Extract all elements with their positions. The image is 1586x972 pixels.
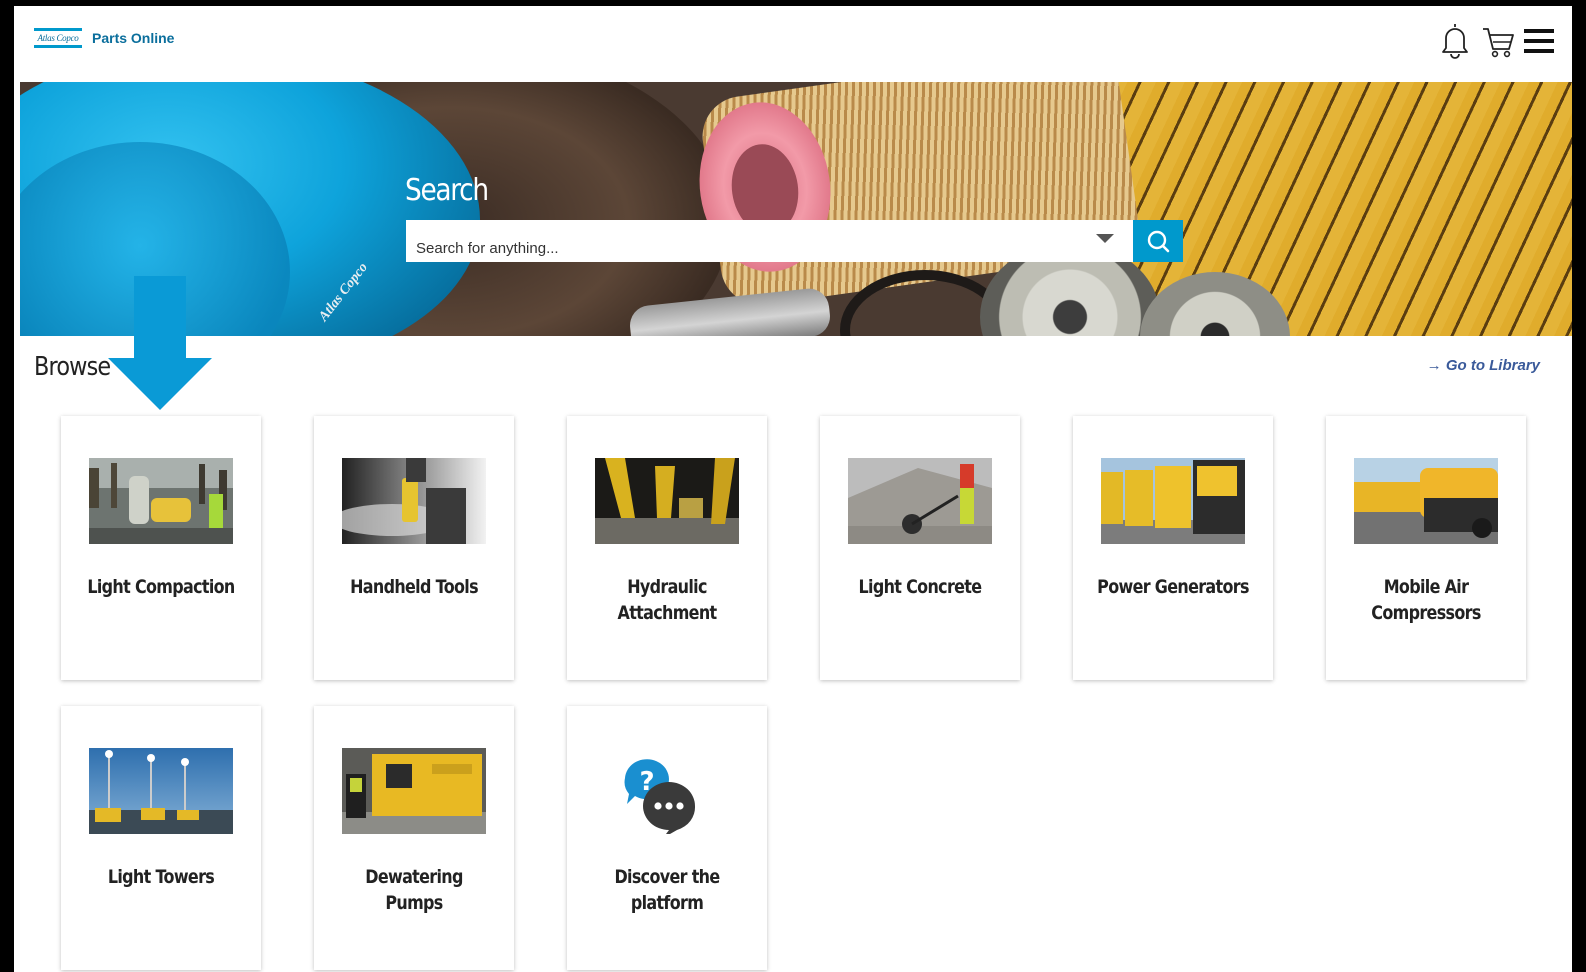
down-arrow-annotation-icon [108, 276, 212, 410]
browse-heading: Browse [34, 352, 111, 382]
bell-icon[interactable] [1437, 20, 1473, 60]
logo-text: Atlas Copco [37, 33, 79, 43]
category-card-discover-the-platform[interactable]: ? Discover the platform [567, 706, 767, 970]
hydraulic-attachment-thumbnail [595, 458, 739, 544]
category-label: Light Towers [107, 866, 215, 888]
app-title[interactable]: Parts Online [92, 30, 174, 46]
category-card-handheld-tools[interactable]: Handheld Tools [314, 416, 514, 680]
light-compaction-thumbnail [89, 458, 233, 544]
category-label: Light Compaction [87, 576, 235, 598]
hamburger-menu-icon[interactable] [1522, 20, 1556, 60]
chat-question-icon: ? [624, 759, 696, 834]
search-bar [406, 220, 1133, 262]
handheld-tools-thumbnail [342, 458, 486, 544]
atlas-copco-logo[interactable]: Atlas Copco [34, 28, 82, 50]
category-card-mobile-air-compressors[interactable]: Mobile Air Compressors [1326, 416, 1526, 680]
cart-icon[interactable] [1480, 20, 1516, 60]
top-header: Atlas Copco Parts Online [14, 6, 1572, 82]
power-generators-thumbnail [1101, 458, 1245, 544]
search-input[interactable] [406, 220, 1086, 262]
category-card-light-compaction[interactable]: Light Compaction [61, 416, 261, 680]
category-label: Light Concrete [858, 576, 983, 598]
category-card-hydraulic-attachment[interactable]: Hydraulic Attachment [567, 416, 767, 680]
search-icon [1147, 230, 1170, 253]
category-card-light-towers[interactable]: Light Towers [61, 706, 261, 970]
go-to-library-link[interactable]: → Go to Library [1427, 357, 1540, 374]
category-label: Power Generators [1097, 576, 1249, 598]
category-card-power-generators[interactable]: Power Generators [1073, 416, 1273, 680]
dewatering-pumps-thumbnail [342, 748, 486, 834]
logo-bar-bottom [34, 45, 82, 48]
mobile-air-compressors-thumbnail [1354, 458, 1498, 544]
category-label: Mobile Air Compressors [1371, 576, 1481, 624]
hero-banner: Atlas Copco [20, 82, 1572, 336]
category-label: Handheld Tools [350, 576, 478, 598]
category-card-dewatering-pumps[interactable]: Dewatering Pumps [314, 706, 514, 970]
light-concrete-thumbnail [848, 458, 992, 544]
category-card-light-concrete[interactable]: Light Concrete [820, 416, 1020, 680]
category-label: Hydraulic Attachment [617, 576, 718, 624]
app-window: Atlas Copco Parts Online Atlas Copco Sea… [14, 6, 1572, 972]
category-label: Dewatering Pumps [365, 866, 463, 914]
category-label: Discover the platform [614, 866, 720, 914]
light-towers-thumbnail [89, 748, 233, 834]
search-button[interactable] [1133, 220, 1183, 262]
search-scope-dropdown-icon[interactable] [1096, 234, 1114, 243]
search-heading: Search [405, 173, 489, 208]
